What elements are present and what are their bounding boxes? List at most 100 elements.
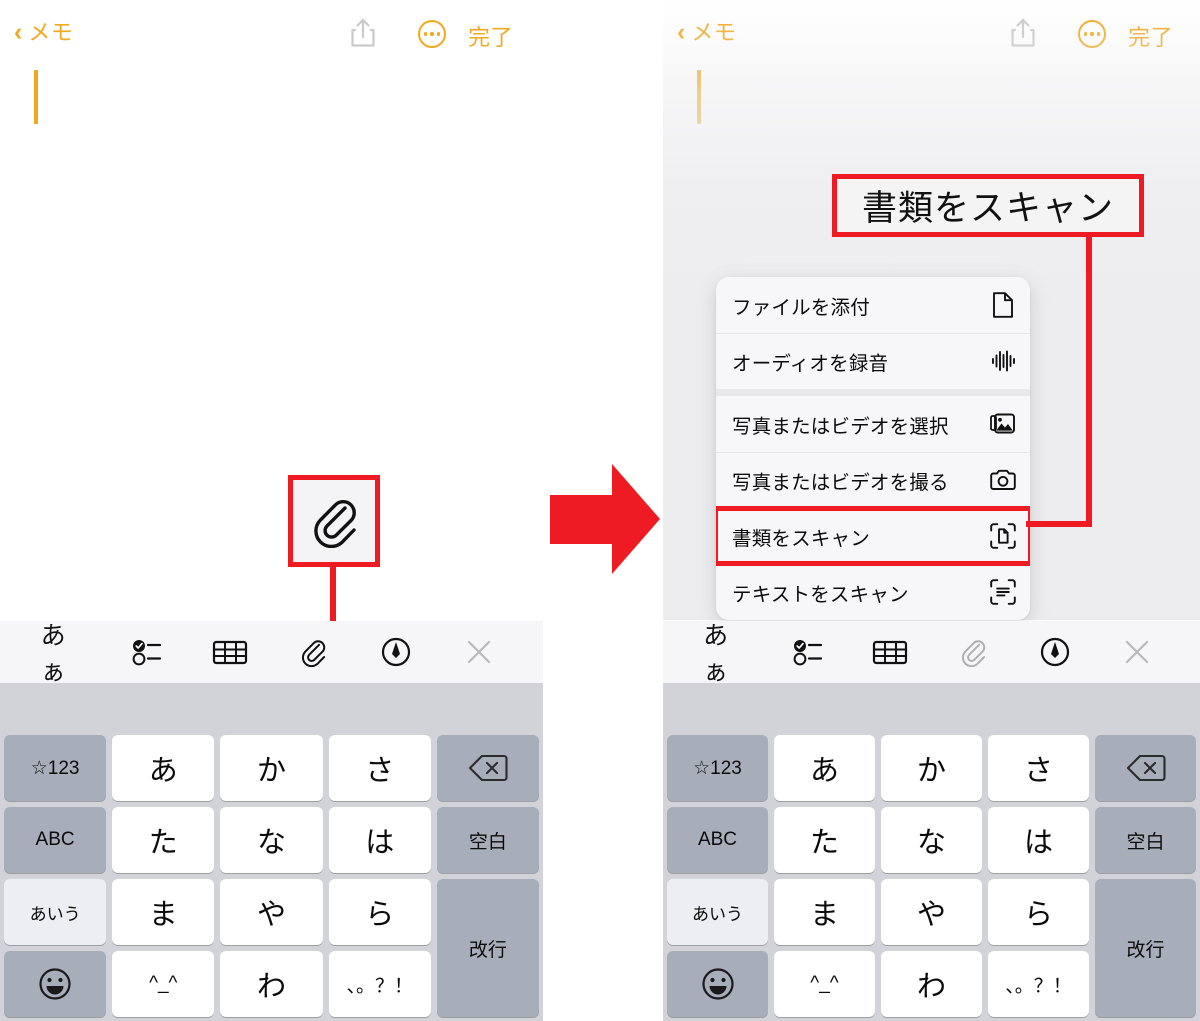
phone-screen-after: ‹ メモ 完了 ファイルを添付 オーディオを録音 写真またはビデオを選択 写真ま… [663,0,1200,1021]
text-caret [34,70,38,124]
key-kana[interactable]: あいう [4,879,107,945]
close-x-icon [1125,640,1148,664]
key-a[interactable]: あ [112,735,215,801]
notes-toolbar: あぁ [663,621,1200,686]
key-ta[interactable]: た [774,807,875,873]
key-wa[interactable]: わ [220,951,323,1017]
key-a[interactable]: あ [774,735,875,801]
key-label: さ [365,755,395,787]
key-label: あ [809,755,839,787]
key-label: あいう [29,904,81,924]
back-button[interactable]: ‹ メモ [677,20,736,45]
key-backspace[interactable] [436,735,539,801]
key-kana[interactable]: あいう [667,879,768,945]
key-label: ら [365,899,395,931]
table-icon [873,640,908,665]
ellipsis-dots [1083,32,1101,36]
phone-screen-before: ‹ メモ 完了 あぁ ☆123 あ か さ ABC た な は 空白 あいう ま… [0,0,543,1021]
key-ma[interactable]: ま [774,879,875,945]
key-label: か [256,755,286,787]
table-button[interactable] [207,630,253,674]
menu-item-take-photo-video[interactable]: 写真またはビデオを撮る [716,452,1030,508]
share-icon[interactable] [348,17,378,49]
checklist-button[interactable] [124,630,170,674]
table-button[interactable] [867,630,913,674]
menu-item-attach-file[interactable]: ファイルを添付 [716,277,1030,333]
key-label: や [916,899,946,931]
key-symbols[interactable]: ☆123 [4,735,107,801]
markup-button[interactable] [373,630,419,674]
checklist-button[interactable] [785,630,831,674]
key-na[interactable]: な [881,807,982,873]
key-label: は [365,827,395,859]
callout-label: 書類をスキャン [861,189,1114,228]
key-ha[interactable]: は [328,807,431,873]
markup-button[interactable] [1032,630,1078,674]
key-wa[interactable]: わ [881,951,982,1017]
key-label: や [256,899,286,931]
attach-button[interactable] [950,630,996,674]
menu-item-scan-document[interactable]: 書類をスキャン [716,508,1030,564]
close-keyboard-button[interactable] [456,630,502,674]
key-ka[interactable]: か [881,735,982,801]
ellipsis-circle-icon[interactable] [418,20,446,48]
emoji-icon [39,968,71,1000]
backspace-icon [468,754,508,782]
done-button[interactable]: 完了 [468,20,513,52]
key-label: 、。？！ [346,975,413,997]
back-label: メモ [28,19,74,45]
key-symbols[interactable]: ☆123 [667,735,768,801]
attach-button[interactable] [290,630,336,674]
key-space[interactable]: 空白 [436,807,539,873]
key-punctuation[interactable]: 、。？！ [328,951,431,1017]
back-button[interactable]: ‹ メモ [14,20,73,45]
key-ha[interactable]: は [988,807,1089,873]
notes-toolbar: あぁ [0,621,543,686]
format-text-button[interactable]: あぁ [703,622,749,686]
key-return[interactable]: 改行 [436,879,539,1017]
key-abc[interactable]: ABC [4,807,107,873]
key-emoji[interactable] [667,951,768,1017]
keyboard-grid: ☆123 あ か さ ABC た な は 空白あいう ま や ら改行 ^_^ わ 、。？！ [667,735,1196,1017]
key-return[interactable]: 改行 [1095,879,1196,1017]
keyboard-grid: ☆123 あ か さ ABC た な は 空白あいう ま や ら 改行 ^_^ わ 、。？！ [4,735,539,1017]
key-ka[interactable]: か [220,735,323,801]
menu-item-label: テキストをスキャン [732,583,909,606]
scan-document-icon [990,523,1016,549]
key-label: た [809,827,839,859]
key-label: ABC [697,829,738,850]
key-abc[interactable]: ABC [667,807,768,873]
key-ra[interactable]: ら [988,879,1089,945]
key-emoji[interactable] [4,951,107,1017]
key-label: か [916,755,946,787]
key-label: 空白 [1126,831,1165,853]
key-na[interactable]: な [220,807,323,873]
format-text-button[interactable]: あぁ [41,622,87,686]
key-backspace[interactable] [1095,735,1196,801]
key-label: さ [1023,755,1053,787]
key-punctuation[interactable]: 、。？！ [988,951,1089,1017]
done-button[interactable]: 完了 [1128,20,1173,52]
markup-pen-icon [1040,637,1069,667]
key-sa[interactable]: さ [988,735,1089,801]
key-label: 空白 [468,831,507,853]
menu-item-record-audio[interactable]: オーディオを録音 [716,333,1030,389]
key-space[interactable]: 空白 [1095,807,1196,873]
key-ma[interactable]: ま [112,879,215,945]
close-keyboard-button[interactable] [1114,630,1160,674]
key-ya[interactable]: や [881,879,982,945]
attachment-context-menu: ファイルを添付 オーディオを録音 写真またはビデオを選択 写真またはビデオを撮る… [716,277,1030,620]
key-ra[interactable]: ら [328,879,431,945]
menu-item-scan-text[interactable]: テキストをスキャン [716,564,1030,620]
key-sa[interactable]: さ [328,735,431,801]
share-icon[interactable] [1008,17,1038,49]
key-ya[interactable]: や [220,879,323,945]
key-kaomoji[interactable]: ^_^ [774,951,875,1017]
key-ta[interactable]: た [112,807,215,873]
key-kaomoji[interactable]: ^_^ [112,951,215,1017]
key-label: な [256,827,286,859]
checklist-icon [132,640,161,666]
menu-item-choose-photo-video[interactable]: 写真またはビデオを選択 [716,396,1030,452]
key-label: 改行 [1126,939,1165,961]
ellipsis-circle-icon[interactable] [1078,20,1106,48]
